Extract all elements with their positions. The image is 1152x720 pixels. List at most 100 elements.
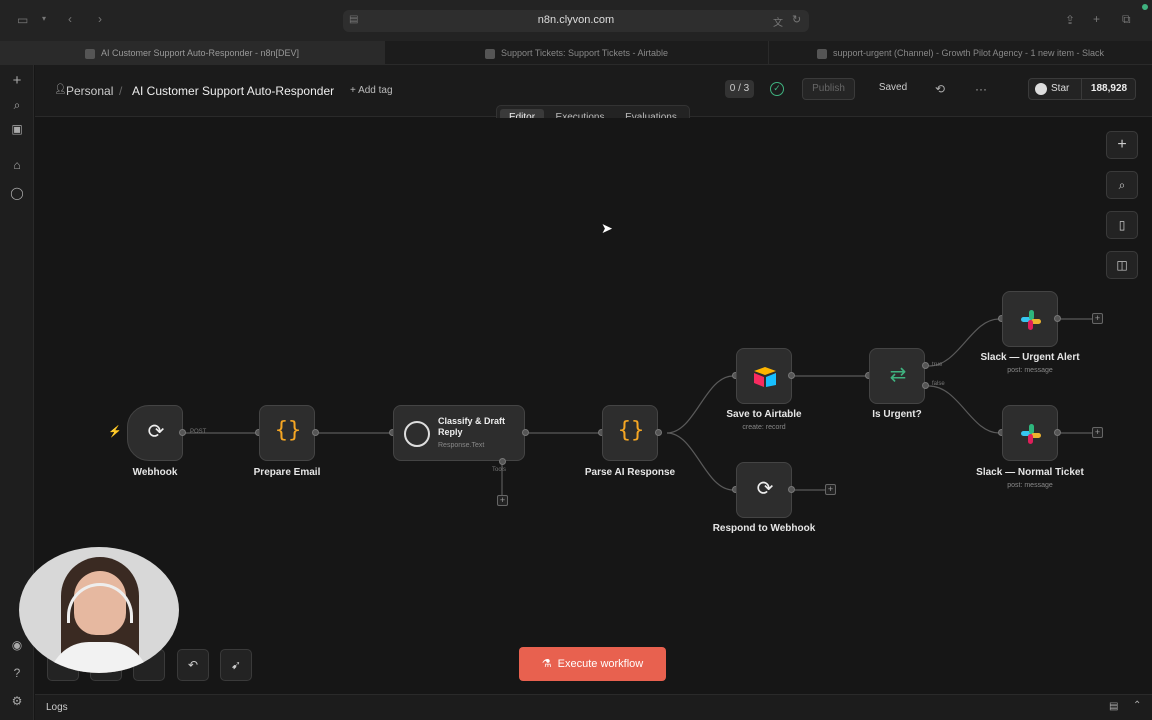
- publish-button[interactable]: Publish: [802, 78, 855, 100]
- add-node-after-slack-normal[interactable]: +: [1092, 427, 1103, 438]
- node-webhook[interactable]: ⟳: [127, 405, 183, 461]
- edge-label-post: POST: [190, 429, 207, 435]
- github-icon: [1035, 83, 1047, 95]
- new-tab-icon[interactable]: +: [1093, 12, 1100, 26]
- label-slack-normal: Slack — Normal Ticket: [976, 467, 1084, 478]
- flask-icon: ⚗: [541, 658, 552, 670]
- project-breadcrumb[interactable]: Personal: [66, 84, 113, 98]
- port-slack-normal-out[interactable]: [1054, 429, 1061, 436]
- add-node-button[interactable]: +: [1106, 131, 1138, 159]
- port-airtable-out[interactable]: [788, 372, 795, 379]
- node-airtable[interactable]: [736, 348, 792, 404]
- logs-panel-bar[interactable]: Logs ▤ ⌃: [35, 694, 1152, 720]
- home-icon[interactable]: ⌂: [9, 157, 25, 173]
- code-braces-icon: {}: [617, 418, 645, 443]
- port-urgent-true[interactable]: [922, 362, 929, 369]
- star-label: Star: [1051, 83, 1070, 94]
- port-webhook-out[interactable]: [179, 429, 186, 436]
- airtable-favicon-icon: [484, 48, 495, 59]
- slack-icon: [1019, 422, 1043, 446]
- search-nodes-icon[interactable]: ⌕: [1106, 171, 1138, 199]
- n8n-favicon-icon: [84, 48, 95, 59]
- logs-label: Logs: [46, 702, 68, 713]
- github-star-widget[interactable]: Star 188,928: [1028, 78, 1136, 100]
- openai-icon: [404, 421, 430, 447]
- trigger-bolt-icon: ⚡: [108, 426, 122, 438]
- back-arrow-icon[interactable]: ‹: [68, 12, 72, 26]
- breadcrumb-separator: /: [119, 84, 123, 98]
- panel-icon[interactable]: ▣: [9, 121, 25, 137]
- node-is-urgent[interactable]: ⇄: [869, 348, 925, 404]
- webhook-icon: ⟳: [147, 421, 165, 443]
- workflow-canvas[interactable]: POST Tools true false ⚡ ⟳ Webhook {} Pre…: [35, 118, 1152, 694]
- tab-airtable[interactable]: Support Tickets: Support Tickets - Airta…: [384, 41, 768, 65]
- saved-status: Saved: [878, 82, 908, 93]
- share-icon[interactable]: ⇪: [1065, 13, 1075, 27]
- expand-icon[interactable]: ⌃: [1133, 700, 1141, 711]
- undo-icon[interactable]: ↶: [177, 649, 209, 681]
- address-bar[interactable]: ▤ n8n.clyvon.com 文 ↻: [343, 10, 809, 32]
- port-urgent-false[interactable]: [922, 382, 929, 389]
- airtable-icon: [754, 367, 776, 387]
- sub-airtable: create: record: [742, 424, 786, 431]
- add-node-after-slack-urgent[interactable]: +: [1092, 313, 1103, 324]
- node-prepare-email[interactable]: {}: [259, 405, 315, 461]
- plus-icon[interactable]: +: [9, 73, 25, 89]
- add-node-after-respond[interactable]: +: [825, 484, 836, 495]
- translate-icon[interactable]: 文: [773, 14, 783, 29]
- star-count: 188,928: [1081, 79, 1136, 99]
- execute-workflow-button[interactable]: ⚗ Execute workflow: [519, 647, 666, 681]
- logs-panel-icon[interactable]: ▤: [1109, 701, 1118, 712]
- sub-slack-urgent: post: message: [1007, 367, 1053, 374]
- sub-slack-normal: post: message: [1007, 482, 1053, 489]
- node-slack-urgent[interactable]: [1002, 291, 1058, 347]
- label-parse-ai: Parse AI Response: [584, 467, 676, 478]
- slack-icon: [1019, 308, 1043, 332]
- edge-label-true: true: [932, 362, 943, 368]
- workflow-title[interactable]: AI Customer Support Auto-Responder: [132, 84, 334, 98]
- tab-slack[interactable]: support-urgent (Channel) - Growth Pilot …: [768, 41, 1152, 65]
- reload-icon[interactable]: ↻: [792, 13, 801, 26]
- port-classify-tools[interactable]: [499, 458, 506, 465]
- label-prepare-email: Prepare Email: [253, 467, 321, 478]
- more-options-button[interactable]: ···: [975, 82, 987, 96]
- search-icon[interactable]: ⌕: [9, 97, 25, 113]
- node-slack-normal[interactable]: [1002, 405, 1058, 461]
- label-slack-urgent: Slack — Urgent Alert: [980, 352, 1080, 363]
- label-webhook: Webhook: [132, 467, 178, 478]
- settings-gear-icon[interactable]: ⚙: [9, 693, 25, 709]
- port-classify-out[interactable]: [522, 429, 529, 436]
- label-classify: Classify & Draft Reply: [438, 416, 506, 437]
- node-classify-draft[interactable]: Classify & Draft Reply Response.Text: [393, 405, 525, 461]
- add-tag-button[interactable]: + Add tag: [350, 85, 393, 96]
- label-airtable: Save to Airtable: [726, 409, 802, 420]
- chat-icon[interactable]: ◯: [9, 185, 25, 201]
- browser-toolbar: ▭ ▾ ‹ › ▤ n8n.clyvon.com 文 ↻ ⇪ + ⧉: [0, 0, 1152, 41]
- tab-overview-icon[interactable]: ⧉: [1122, 12, 1131, 27]
- forward-arrow-icon[interactable]: ›: [98, 12, 102, 26]
- sticky-note-icon[interactable]: ▯: [1106, 211, 1138, 239]
- help-icon[interactable]: ?: [9, 665, 25, 681]
- port-prepare-out[interactable]: [312, 429, 319, 436]
- mouse-cursor-icon: ➤: [601, 220, 613, 236]
- tab-n8n[interactable]: AI Customer Support Auto-Responder - n8n…: [0, 41, 384, 65]
- port-respond-out[interactable]: [788, 486, 795, 493]
- history-icon[interactable]: ⟲: [935, 82, 945, 96]
- edge-label-false: false: [932, 381, 945, 387]
- code-braces-icon: {}: [274, 418, 302, 443]
- add-tool-button[interactable]: +: [497, 495, 508, 506]
- port-slack-urgent-out[interactable]: [1054, 315, 1061, 322]
- tidy-up-icon[interactable]: ➹: [220, 649, 252, 681]
- check-circle-icon: ✓: [770, 82, 784, 96]
- chevron-down-icon[interactable]: ▾: [42, 14, 46, 23]
- node-respond-webhook[interactable]: ⟳: [736, 462, 792, 518]
- templates-icon[interactable]: ◉: [9, 637, 25, 653]
- node-parse-ai[interactable]: {}: [602, 405, 658, 461]
- user-icon: 👤︎: [54, 84, 67, 95]
- sidebar-toggle-icon[interactable]: ▭: [17, 13, 28, 27]
- browser-tabs: AI Customer Support Auto-Responder - n8n…: [0, 41, 1152, 65]
- edge-label-tools: Tools: [492, 467, 507, 473]
- webhook-icon: ⟳: [756, 478, 774, 500]
- port-parse-out[interactable]: [655, 429, 662, 436]
- toggle-panel-icon[interactable]: ◫: [1106, 251, 1138, 279]
